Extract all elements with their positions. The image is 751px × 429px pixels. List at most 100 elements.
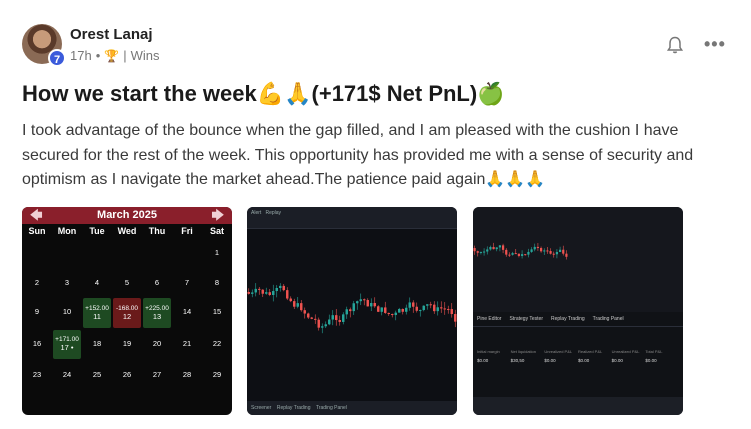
candle-body xyxy=(440,307,443,309)
calendar-day[interactable]: 21 xyxy=(172,329,202,359)
trophy-icon: 🏆 xyxy=(104,48,120,63)
day-number: 22 xyxy=(212,338,222,348)
candle-body xyxy=(370,303,373,307)
calendar-day[interactable]: 19 xyxy=(112,329,142,359)
calendar-day[interactable]: 10 xyxy=(52,297,82,327)
cell-value: $0.00 xyxy=(544,358,556,363)
meta-separator-bar: | xyxy=(123,48,127,63)
day-number: 4 xyxy=(94,277,100,287)
candle-body xyxy=(433,304,436,312)
day-number: 27 xyxy=(152,370,162,380)
os-taskbar xyxy=(473,397,683,415)
bell-icon[interactable] xyxy=(665,35,685,55)
candle-body xyxy=(394,312,397,316)
calendar-day[interactable]: 7 xyxy=(172,268,202,298)
calendar-day[interactable]: 28 xyxy=(172,360,202,390)
day-number: 12 xyxy=(122,311,132,321)
more-options-icon[interactable]: ••• xyxy=(704,34,726,55)
calendar-day[interactable]: 3 xyxy=(52,268,82,298)
candle-body xyxy=(279,285,282,289)
day-number: 13 xyxy=(152,311,162,321)
calendar-day[interactable]: 25 xyxy=(82,360,112,390)
cell-value: $0.00 xyxy=(611,358,623,363)
calendar-day[interactable] xyxy=(82,238,112,268)
candle-body xyxy=(272,291,275,295)
calendar-day[interactable]: 18 xyxy=(82,329,112,359)
candle-body xyxy=(447,309,450,311)
candle-body xyxy=(265,292,268,294)
candle-body xyxy=(514,253,517,255)
candle-body xyxy=(359,299,362,302)
day-of-week-label: Mon xyxy=(57,226,77,236)
mini-candlestick-chart xyxy=(473,207,683,312)
day-number: 19 xyxy=(122,338,132,348)
tab-replay-trading: Replay Trading xyxy=(551,316,585,322)
toolbar-alert: Alert xyxy=(251,210,262,216)
calendar-day[interactable]: 15 xyxy=(202,297,232,327)
candle-body xyxy=(479,251,483,253)
candle-body xyxy=(310,317,313,319)
candle-body xyxy=(328,319,331,325)
day-number: 10 xyxy=(62,307,72,317)
candle-body xyxy=(489,247,492,250)
day-number: 8 xyxy=(214,277,220,287)
calendar-day[interactable]: 4 xyxy=(82,268,112,298)
calendar-day[interactable]: +225.00 13 xyxy=(143,298,171,328)
calendar-day[interactable]: 16 xyxy=(22,329,52,359)
day-pnl: +171.00 xyxy=(55,336,79,344)
trading-panel: Pine Editor Strategy Tester Replay Tradi… xyxy=(473,312,683,397)
calendar-day[interactable] xyxy=(22,238,52,268)
day-pnl: +225.00 xyxy=(145,304,169,312)
calendar-day[interactable]: 22 xyxy=(202,329,232,359)
candle-body xyxy=(524,254,527,256)
candle-body xyxy=(384,307,387,313)
calendar-day[interactable]: 14 xyxy=(172,297,202,327)
candle-body xyxy=(565,253,568,257)
candle-body xyxy=(338,320,341,322)
day-number: 24 xyxy=(62,370,72,380)
calendar-day[interactable]: 2 xyxy=(22,268,52,298)
day-of-week-label: Sat xyxy=(209,226,224,236)
calendar-day[interactable]: 29 xyxy=(202,360,232,390)
candle-body xyxy=(251,292,254,294)
calendar-day[interactable]: 8 xyxy=(202,268,232,298)
candle-body xyxy=(422,305,425,311)
calendar-day[interactable]: +171.00 17 • xyxy=(53,329,81,359)
chart-toolbar: Alert Replay xyxy=(247,207,457,229)
calendar-day[interactable]: 26 xyxy=(112,360,142,390)
trading-panel-image[interactable]: Pine Editor Strategy Tester Replay Tradi… xyxy=(473,207,683,415)
candle-body xyxy=(415,306,418,311)
calendar-day[interactable]: +152.00 11 xyxy=(83,298,111,328)
calendar-day[interactable]: 27 xyxy=(142,360,172,390)
calendar-day[interactable] xyxy=(52,238,82,268)
candle-body xyxy=(387,312,390,315)
calendar-day[interactable]: 5 xyxy=(112,268,142,298)
day-of-week-label: Wed xyxy=(117,226,137,236)
post-category[interactable]: Wins xyxy=(131,48,160,63)
candle-body xyxy=(473,248,476,252)
candle-body xyxy=(486,249,489,252)
calendar-day[interactable]: 20 xyxy=(142,329,172,359)
calendar-header: 🡄 March 2025 🡆 xyxy=(22,207,232,224)
pnl-calendar-image[interactable]: 🡄 March 2025 🡆 Sun Mon Tue Wed Thu Fri Sat 1 2 3 4… xyxy=(22,207,232,415)
day-number: 28 xyxy=(182,370,192,380)
calendar-day[interactable] xyxy=(142,238,172,268)
calendar-day[interactable]: 6 xyxy=(142,268,172,298)
candle-body xyxy=(552,253,555,255)
author-name[interactable]: Orest Lanaj xyxy=(70,26,153,43)
calendar-day[interactable]: 1 xyxy=(202,238,232,268)
calendar-day[interactable]: 9 xyxy=(22,297,52,327)
calendar-day[interactable] xyxy=(172,238,202,268)
calendar-day[interactable]: 23 xyxy=(22,360,52,390)
candle-body xyxy=(380,307,383,312)
candle-body xyxy=(352,303,355,312)
col-header: Total P&L xyxy=(645,349,663,354)
calendar-day[interactable]: 24 xyxy=(52,360,82,390)
day-number: 1 xyxy=(214,248,220,258)
calendar-day[interactable]: -168.00 12 xyxy=(113,298,141,328)
candle-body xyxy=(517,253,521,256)
day-number: 6 xyxy=(154,277,160,287)
calendar-day[interactable] xyxy=(112,238,142,268)
day-number: 17 • xyxy=(60,343,74,353)
trading-chart-image[interactable]: Alert Replay Screener Replay Trading Tra… xyxy=(247,207,457,415)
